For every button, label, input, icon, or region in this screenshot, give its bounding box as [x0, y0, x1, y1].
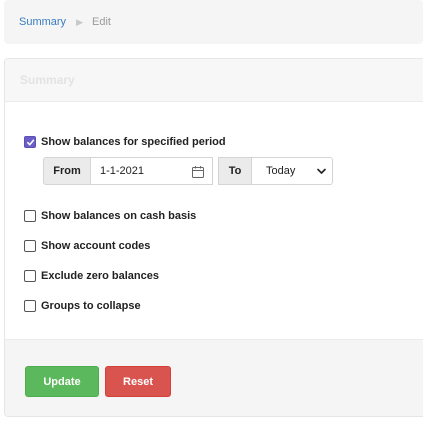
from-date-value: 1-1-2021: [100, 165, 145, 177]
summary-panel: Summary: [4, 58, 423, 417]
reset-button[interactable]: Reset: [105, 366, 171, 397]
from-label: From: [43, 157, 91, 185]
chevron-right-icon: ▶: [76, 16, 83, 27]
breadcrumb-current: Edit: [91, 16, 111, 28]
exclude-zero-checkbox[interactable]: [24, 270, 36, 282]
cash-basis-checkbox[interactable]: [24, 210, 36, 222]
chevron-down-icon: [317, 168, 326, 174]
exclude-zero-label: Exclude zero balances: [41, 270, 159, 282]
to-select[interactable]: Today: [252, 157, 333, 185]
specified-period-checkbox[interactable]: [24, 136, 36, 148]
account-codes-label: Show account codes: [41, 240, 151, 252]
panel-title: Summary: [5, 59, 423, 102]
account-codes-checkbox[interactable]: [24, 240, 36, 252]
account-codes-option[interactable]: Show account codes: [24, 240, 150, 252]
checkmark-icon: [26, 139, 34, 145]
cash-basis-label: Show balances on cash basis: [41, 210, 197, 222]
period-range-group: From 1-1-2021 To Today: [43, 157, 333, 185]
breadcrumb: Summary ▶ Edit: [4, 0, 423, 44]
to-select-value: Today: [266, 165, 296, 177]
groups-collapse-checkbox[interactable]: [24, 300, 36, 312]
calendar-icon[interactable]: [191, 165, 205, 179]
groups-collapse-option[interactable]: Groups to collapse: [24, 300, 141, 312]
specified-period-option[interactable]: Show balances for specified period: [24, 136, 226, 148]
from-date-input[interactable]: 1-1-2021: [91, 157, 213, 185]
breadcrumb-summary-link[interactable]: Summary: [19, 16, 66, 28]
exclude-zero-option[interactable]: Exclude zero balances: [24, 270, 159, 282]
specified-period-label: Show balances for specified period: [41, 136, 226, 148]
groups-collapse-label: Groups to collapse: [41, 300, 141, 312]
cash-basis-option[interactable]: Show balances on cash basis: [24, 210, 196, 222]
update-button[interactable]: Update: [25, 366, 99, 397]
to-label: To: [218, 157, 252, 185]
